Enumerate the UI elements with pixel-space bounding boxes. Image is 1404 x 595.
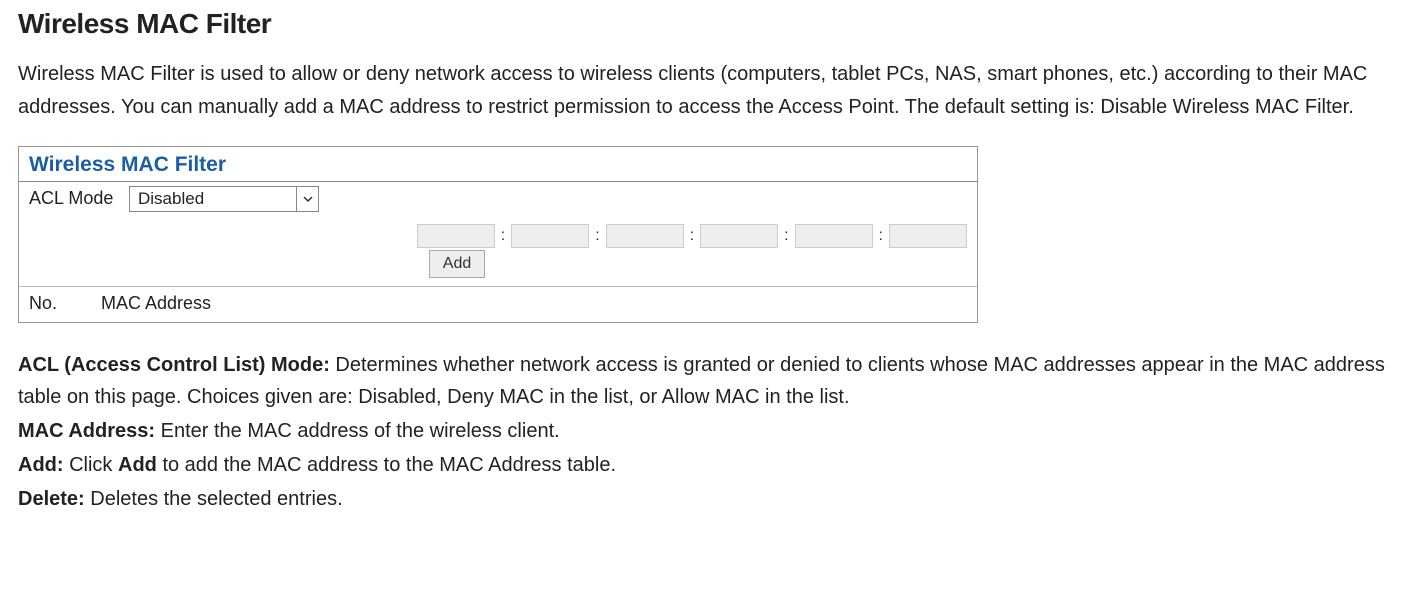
def-delete: Delete: Deletes the selected entries. [18, 483, 1386, 515]
add-button[interactable]: Add [429, 250, 485, 278]
mac-table-header: No. MAC Address [19, 286, 977, 322]
mac-octet-6[interactable] [889, 224, 967, 248]
def-delete-label: Delete: [18, 488, 85, 510]
acl-mode-label: ACL Mode [29, 186, 129, 210]
acl-mode-value: Disabled [130, 187, 212, 211]
colon-separator: : [690, 227, 694, 245]
mac-filter-panel: Wireless MAC Filter ACL Mode Disabled : … [18, 146, 978, 323]
panel-title: Wireless MAC Filter [19, 147, 977, 182]
colon-separator: : [501, 227, 505, 245]
def-add-pre: Click [64, 454, 118, 476]
def-add-bold: Add [118, 454, 157, 476]
column-mac-address: MAC Address [101, 293, 211, 314]
def-mac-label: MAC Address: [18, 420, 155, 442]
page-title: Wireless MAC Filter [18, 8, 1386, 40]
def-mac: MAC Address: Enter the MAC address of th… [18, 415, 1386, 447]
column-no: No. [29, 293, 57, 314]
acl-mode-row: ACL Mode Disabled [19, 182, 977, 218]
def-delete-text: Deletes the selected entries. [85, 488, 343, 510]
def-add-label: Add: [18, 454, 64, 476]
colon-separator: : [879, 227, 883, 245]
colon-separator: : [784, 227, 788, 245]
intro-paragraph: Wireless MAC Filter is used to allow or … [18, 58, 1368, 124]
mac-input-row: : : : : : [19, 218, 977, 250]
mac-octet-2[interactable] [511, 224, 589, 248]
definitions: ACL (Access Control List) Mode: Determin… [18, 349, 1386, 515]
mac-octet-1[interactable] [417, 224, 495, 248]
acl-mode-select[interactable]: Disabled [129, 186, 319, 212]
mac-octet-4[interactable] [700, 224, 778, 248]
add-button-row: Add [19, 250, 977, 286]
def-add: Add: Click Add to add the MAC address to… [18, 449, 1386, 481]
def-acl: ACL (Access Control List) Mode: Determin… [18, 349, 1386, 413]
chevron-down-icon [296, 187, 318, 211]
def-mac-text: Enter the MAC address of the wireless cl… [155, 420, 560, 442]
def-acl-label: ACL (Access Control List) Mode: [18, 354, 330, 376]
mac-octet-5[interactable] [795, 224, 873, 248]
colon-separator: : [595, 227, 599, 245]
mac-octet-3[interactable] [606, 224, 684, 248]
def-add-post: to add the MAC address to the MAC Addres… [157, 454, 616, 476]
